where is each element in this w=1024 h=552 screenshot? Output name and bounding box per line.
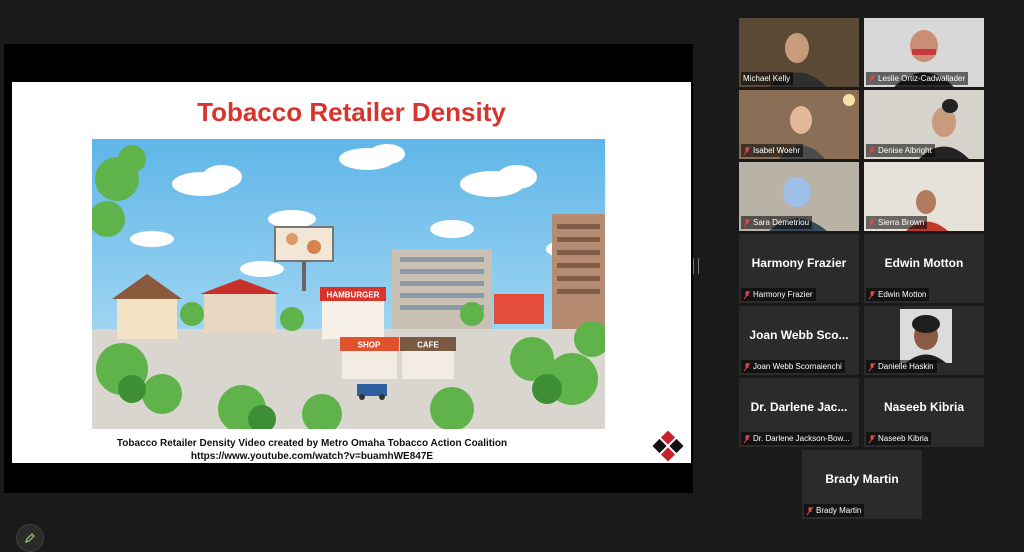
mic-muted-icon — [868, 434, 876, 443]
participant-tile[interactable]: Leslie Ortiz-Cadwallader — [864, 18, 984, 87]
participant-tile[interactable]: Sara Demetriou — [739, 162, 859, 231]
participant-name-label: Sara Demetriou — [741, 216, 813, 229]
participant-name-label: Joan Webb Scornaienchi — [741, 360, 845, 373]
participant-display-name: Brady Martin — [825, 472, 899, 486]
panel-resize-handle[interactable] — [693, 258, 699, 274]
participant-name-label: Michael Kelly — [741, 72, 794, 85]
participant-tile[interactable]: Brady Martin Brady Martin — [802, 450, 922, 519]
caption-credit: Tobacco Retailer Density Video created b… — [116, 438, 508, 449]
participant-tile[interactable]: Danielle Haskin — [864, 306, 984, 375]
participant-name-label: Danielle Haskin — [866, 360, 937, 373]
cafe-sign: CAFE — [417, 341, 439, 350]
mic-muted-icon — [743, 362, 751, 371]
shop-sign: SHOP — [358, 341, 381, 350]
participant-display-name: Harmony Frazier — [751, 256, 847, 270]
participant-name-label: Isabel Woehr — [741, 144, 803, 157]
participant-tile[interactable]: Harmony Frazier Harmony Frazier — [739, 234, 859, 303]
mic-muted-icon — [743, 434, 751, 443]
caption-url[interactable]: https://www.youtube.com/watch?v=buamhWE8… — [12, 450, 612, 463]
mic-muted-icon — [868, 290, 876, 299]
mic-muted-icon — [806, 506, 814, 515]
presentation-slide: Tobacco Retailer Density HAMBURGER SHOP … — [12, 82, 691, 463]
participant-display-name: Edwin Motton — [884, 256, 964, 270]
participant-display-name: Dr. Darlene Jac... — [750, 400, 848, 414]
mic-muted-icon — [743, 290, 751, 299]
town-illustration: HAMBURGER SHOP CAFE — [92, 139, 605, 429]
participant-name-label: Leslie Ortiz-Cadwallader — [866, 72, 969, 85]
participant-tile[interactable]: Naseeb Kibria Naseeb Kibria — [864, 378, 984, 447]
mic-muted-icon — [743, 146, 751, 155]
participant-name-label: Denise Albright — [866, 144, 935, 157]
participant-tile[interactable]: Joan Webb Sco... Joan Webb Scornaienchi — [739, 306, 859, 375]
participant-display-name: Joan Webb Sco... — [749, 328, 849, 342]
mic-muted-icon — [868, 146, 876, 155]
participant-tile[interactable]: Denise Albright — [864, 90, 984, 159]
participant-display-name: Naseeb Kibria — [883, 400, 965, 414]
participant-name-label: Edwin Motton — [866, 288, 930, 301]
participant-tile[interactable]: Sierra Brown — [864, 162, 984, 231]
participant-name-label: Dr. Darlene Jackson-Bow... — [741, 432, 853, 445]
mic-muted-icon — [868, 362, 876, 371]
mic-muted-icon — [868, 218, 876, 227]
slide-caption: Tobacco Retailer Density Video created b… — [12, 437, 612, 463]
mic-muted-icon — [868, 74, 876, 83]
diamond-logo-icon — [652, 430, 684, 462]
slide-title: Tobacco Retailer Density — [197, 97, 506, 127]
participant-tile[interactable]: Edwin Motton Edwin Motton — [864, 234, 984, 303]
annotate-button[interactable] — [16, 524, 44, 552]
participant-name-label: Sierra Brown — [866, 216, 928, 229]
shared-screen[interactable]: Tobacco Retailer Density HAMBURGER SHOP … — [4, 44, 693, 552]
participant-tile[interactable]: Michael Kelly — [739, 18, 859, 87]
participant-name-label: Brady Martin — [804, 504, 865, 517]
participant-tile[interactable]: Isabel Woehr — [739, 90, 859, 159]
participant-name-label: Harmony Frazier — [741, 288, 816, 301]
participant-name-label: Naseeb Kibria — [866, 432, 932, 445]
participant-tile[interactable]: Dr. Darlene Jac... Dr. Darlene Jackson-B… — [739, 378, 859, 447]
mic-muted-icon — [743, 218, 751, 227]
hamburger-sign: HAMBURGER — [327, 291, 380, 300]
pencil-icon — [25, 533, 35, 543]
